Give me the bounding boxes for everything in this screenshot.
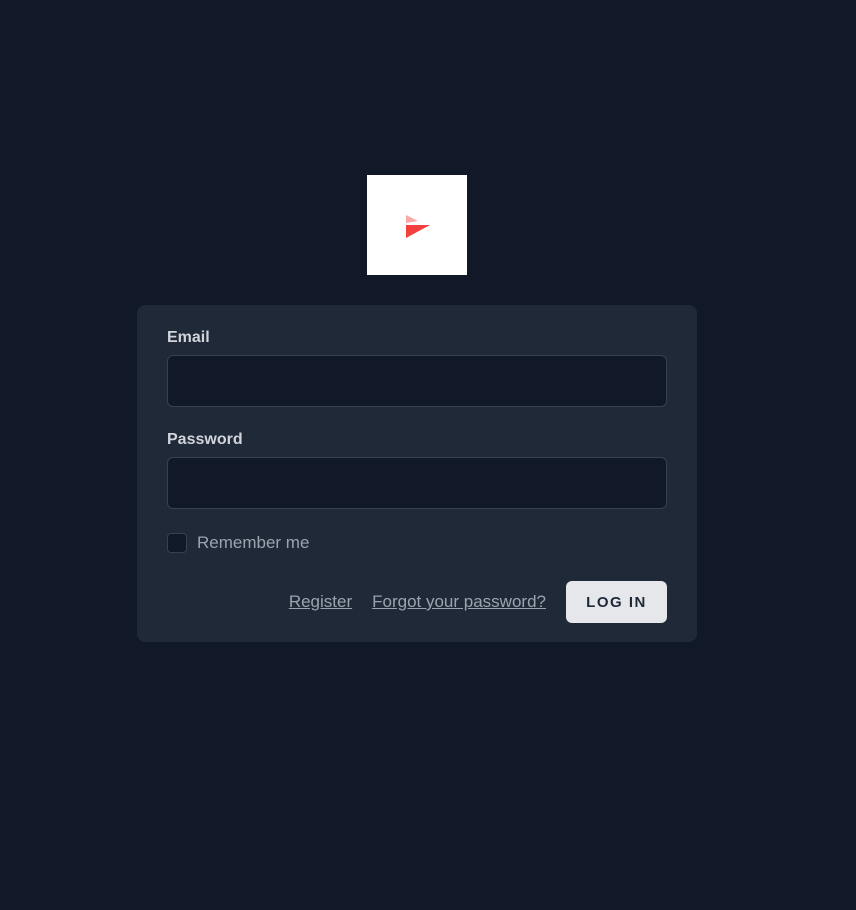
login-card: Email Password Remember me Register Forg…: [137, 305, 697, 642]
password-input[interactable]: [167, 457, 667, 509]
remember-me-label: Remember me: [197, 533, 310, 552]
logo[interactable]: [367, 175, 467, 275]
email-input[interactable]: [167, 355, 667, 407]
email-group: Email: [167, 329, 667, 407]
password-group: Password: [167, 431, 667, 509]
remember-me-checkbox[interactable]: [167, 533, 187, 553]
register-link[interactable]: Register: [289, 592, 352, 612]
password-label: Password: [167, 431, 243, 448]
forgot-password-link[interactable]: Forgot your password?: [372, 592, 546, 612]
login-button[interactable]: LOG IN: [566, 581, 667, 623]
remember-me-row[interactable]: Remember me: [167, 533, 667, 553]
red-arrow-logo-icon: [406, 215, 430, 238]
login-form: Email Password Remember me Register Forg…: [167, 329, 667, 623]
email-label: Email: [167, 329, 210, 346]
form-actions: Register Forgot your password? LOG IN: [167, 581, 667, 623]
